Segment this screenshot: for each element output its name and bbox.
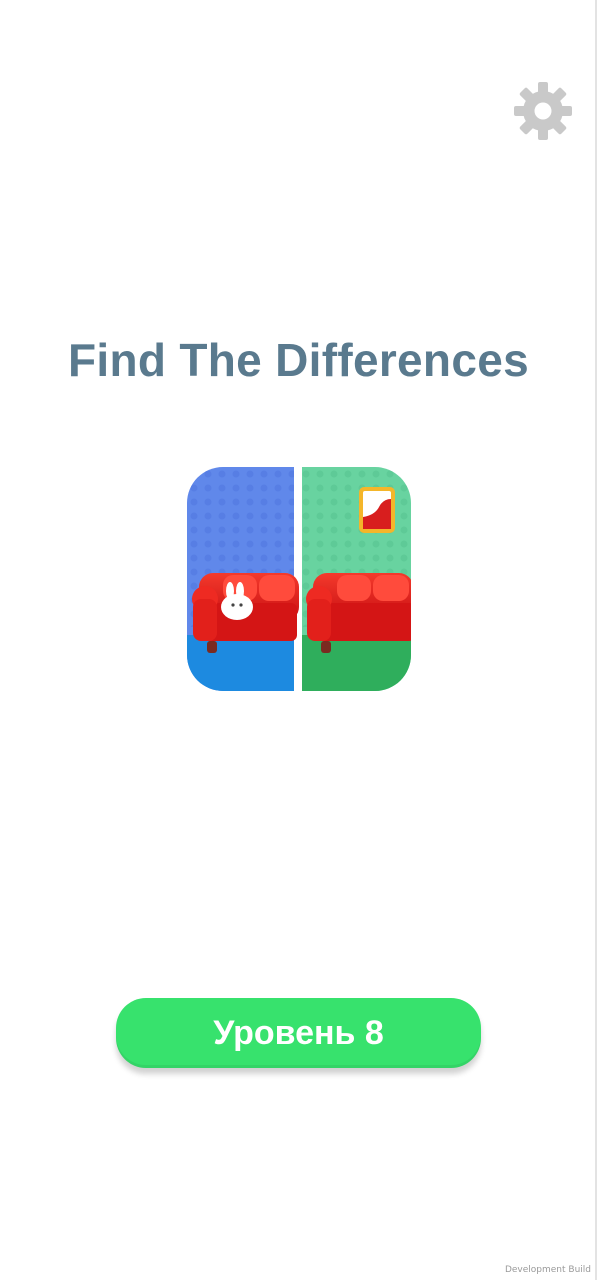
game-title: Find The Differences — [68, 334, 529, 386]
level-start-button[interactable]: Уровень 8 — [116, 998, 481, 1068]
two-sofas-logo — [187, 467, 411, 691]
settings-button[interactable] — [512, 80, 574, 142]
game-logo — [187, 467, 411, 691]
gear-icon — [514, 82, 572, 140]
build-note: Development Build — [504, 1265, 591, 1275]
level-button-label: Уровень 8 — [213, 1013, 384, 1052]
